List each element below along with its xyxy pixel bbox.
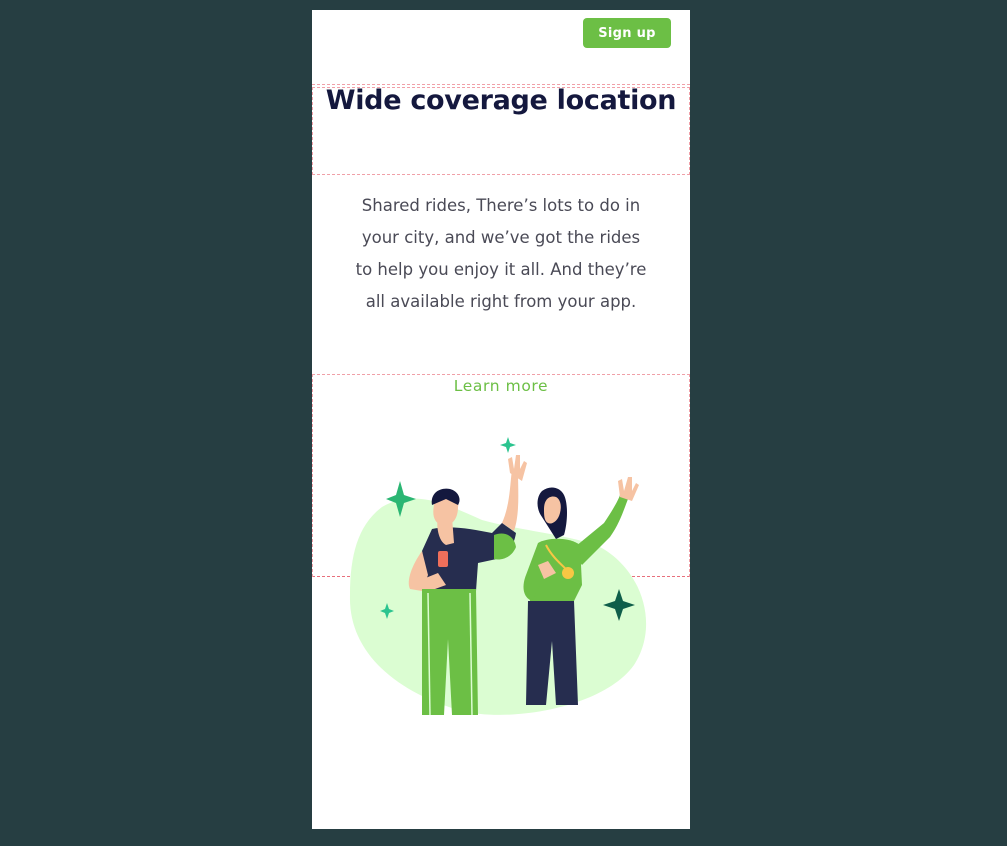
people-waving-illustration <box>349 437 647 715</box>
learn-more-link[interactable]: Learn more <box>312 377 690 395</box>
sparkle-icon <box>500 437 516 453</box>
hero-description: Shared rides, There’s lots to do in your… <box>355 196 647 311</box>
page-title: Wide coverage location <box>325 85 677 116</box>
mobile-screen: Sign up Wide coverage location Shared ri… <box>312 10 690 829</box>
signup-button[interactable]: Sign up <box>583 18 671 48</box>
